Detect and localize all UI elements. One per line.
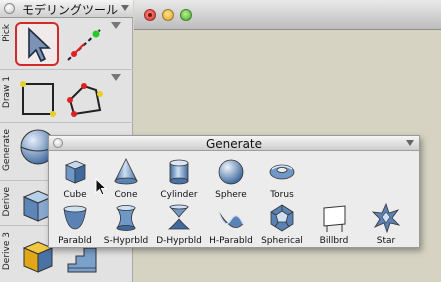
double-hyperboloid-button[interactable]: D-Hyprbld xyxy=(153,202,205,248)
group-pick: Pick xyxy=(0,18,133,70)
cylinder-label: Cylinder xyxy=(160,190,198,200)
generate-title: Generate xyxy=(205,137,263,151)
billboard-label: Billbrd xyxy=(319,236,349,246)
spherical-button[interactable]: Spherical xyxy=(256,202,308,248)
polygon-tool-button[interactable] xyxy=(62,76,106,120)
spherical-label: Spherical xyxy=(261,236,303,246)
paraboloid-label: Parabld xyxy=(58,236,92,246)
group-label-derive-3: Derive 3 xyxy=(2,232,12,271)
cone-button[interactable]: Cone xyxy=(100,156,152,202)
single-hyperboloid-icon xyxy=(116,205,136,231)
billboard-icon xyxy=(323,205,346,232)
palette-title: モデリングツール xyxy=(22,3,119,17)
paraboloid-icon xyxy=(63,205,87,230)
window-close-button[interactable] xyxy=(144,9,156,21)
polygon-icon xyxy=(67,83,103,117)
arrow-cursor-icon xyxy=(28,27,52,63)
group-draw: Draw 1 xyxy=(0,70,133,123)
single-hyperboloid-label: S-Hyprbld xyxy=(103,236,149,246)
group-label-generate: Generate xyxy=(2,129,12,172)
hyperbolic-paraboloid-icon xyxy=(218,211,244,228)
palette-close-button[interactable] xyxy=(4,3,15,14)
rectangle-icon xyxy=(20,81,56,117)
pick-tool-button[interactable] xyxy=(15,22,59,66)
palette-menu-arrow-icon[interactable] xyxy=(121,5,129,11)
cube-button[interactable]: Cube xyxy=(49,156,101,202)
mouse-pointer-icon xyxy=(95,178,107,196)
cylinder-button[interactable]: Cylinder xyxy=(153,156,205,202)
torus-icon xyxy=(269,164,295,180)
group-label-pick: Pick xyxy=(2,24,12,42)
spherical-polyhedron-icon xyxy=(270,204,294,232)
group-pick-menu-icon[interactable] xyxy=(111,22,121,29)
sphere-icon xyxy=(218,159,244,185)
generate-menu-arrow-icon[interactable] xyxy=(406,140,414,146)
star-label: Star xyxy=(376,236,396,246)
star-button[interactable]: Star xyxy=(360,202,412,248)
double-hyperboloid-label: D-Hyprbld xyxy=(156,236,202,246)
single-hyperboloid-button[interactable]: S-Hyprbld xyxy=(100,202,152,248)
window-minimize-button[interactable] xyxy=(162,9,174,21)
main-window-titlebar[interactable] xyxy=(134,0,441,30)
cylinder-icon xyxy=(169,159,189,185)
hyperbolic-paraboloid-label: H-Parabld xyxy=(209,236,253,246)
double-hyperboloid-icon xyxy=(167,204,191,230)
torus-label: Torus xyxy=(270,190,294,200)
palette-titlebar[interactable]: モデリングツール xyxy=(0,0,133,18)
window-zoom-button[interactable] xyxy=(180,9,192,21)
group-label-draw: Draw 1 xyxy=(2,76,12,109)
sphere-label: Sphere xyxy=(215,190,247,200)
sphere-button[interactable]: Sphere xyxy=(205,156,257,202)
group-draw-menu-icon[interactable] xyxy=(111,74,121,81)
billboard-button[interactable]: Billbrd xyxy=(308,202,360,248)
cube-label: Cube xyxy=(63,190,87,200)
hyperbolic-paraboloid-button[interactable]: H-Parabld xyxy=(205,202,257,248)
group-label-derive: Derive xyxy=(2,187,12,217)
cone-label: Cone xyxy=(114,190,138,200)
torus-button[interactable]: Torus xyxy=(256,156,308,202)
paraboloid-button[interactable]: Parabld xyxy=(49,202,101,248)
cube-icon xyxy=(64,160,87,184)
generate-titlebar[interactable]: Generate xyxy=(49,136,419,151)
rectangle-tool-button[interactable] xyxy=(16,76,60,120)
line-edit-icon xyxy=(67,29,101,61)
cone-icon xyxy=(114,158,138,185)
edit-line-tool-button[interactable] xyxy=(62,22,106,66)
star-icon xyxy=(371,202,401,234)
